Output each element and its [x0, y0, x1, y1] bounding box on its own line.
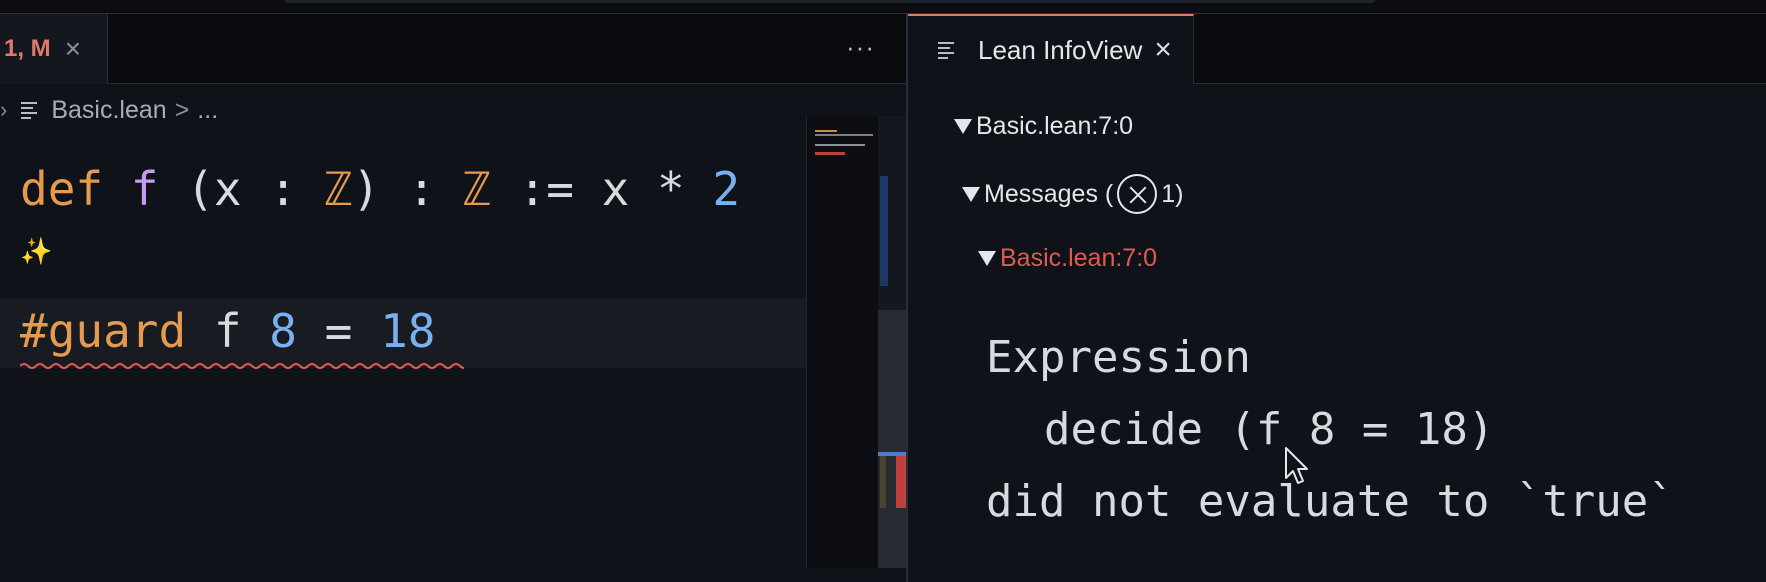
infoview-pane: Lean InfoView × Basic.lean:7:0 Messages … — [908, 14, 1766, 582]
title-strip — [0, 0, 1766, 14]
scrollbar-viewport-marker — [880, 176, 888, 286]
error-circle-icon — [1117, 174, 1158, 214]
command-center[interactable] — [285, 0, 1375, 3]
scrollbar-error-marker — [896, 456, 906, 508]
message-line: Expression — [986, 332, 1251, 383]
guard-token-3: = — [296, 304, 381, 358]
messages-count: 1) — [1161, 179, 1184, 208]
infoview-tab-bar: Lean InfoView × — [908, 14, 1766, 84]
location-label: Basic.lean:7:0 — [976, 112, 1134, 140]
triangle-down-icon — [978, 251, 996, 266]
editor-pane: 1, M × ··· › Basic.lean > ... def f (x :… — [0, 14, 906, 582]
breadcrumb-file[interactable]: Basic.lean — [51, 96, 166, 125]
def-token-6: ℤ — [463, 162, 491, 216]
error-location-label: Basic.lean:7:0 — [1000, 244, 1158, 272]
sparkle-icon[interactable]: ✨ — [20, 236, 52, 267]
close-icon[interactable]: × — [1154, 35, 1172, 65]
more-actions-button[interactable]: ··· — [846, 32, 875, 63]
def-token-1 — [103, 162, 131, 216]
chevron-right-icon: › — [0, 97, 8, 122]
messages-toggle[interactable]: Messages ( 1) — [962, 174, 1183, 214]
guard-token-4: 18 — [380, 304, 436, 358]
messages-label: Messages ( — [984, 179, 1114, 208]
triangle-down-icon — [954, 119, 972, 134]
tab-lean-infoview[interactable]: Lean InfoView × — [908, 14, 1194, 84]
error-squiggle — [20, 363, 464, 369]
infoview-lines-icon — [938, 41, 956, 59]
error-location-toggle[interactable]: Basic.lean:7:0 — [978, 244, 1157, 273]
def-token-3: (x : — [158, 162, 325, 216]
tab-problem-count: 1, M — [4, 35, 51, 62]
message-line: did not evaluate to `true` — [986, 476, 1675, 527]
message-line: decide (f 8 = 18) — [1044, 404, 1495, 455]
guard-token-0: #guard — [20, 304, 187, 358]
def-token-8: 2 — [712, 162, 741, 216]
def-token-4: ℤ — [324, 162, 353, 216]
breadcrumb-symbol[interactable]: ... — [197, 96, 218, 125]
triangle-down-icon — [962, 186, 980, 202]
editor-tab-bar: 1, M × ··· — [0, 14, 906, 84]
breadcrumb-separator: > — [174, 95, 190, 124]
def-token-2: f — [130, 162, 159, 216]
editor-tab-basic-lean[interactable]: 1, M × — [0, 14, 108, 84]
guard-token-1: f — [186, 304, 270, 358]
def-token-5: ) : — [352, 162, 464, 216]
code-line-def[interactable]: def f (x : ℤ) : ℤ := x * 2 — [20, 162, 740, 216]
mouse-pointer-icon — [1285, 447, 1308, 484]
file-outline-icon — [21, 101, 39, 119]
code-line-guard[interactable]: #guard f 8 = 18 — [20, 304, 435, 358]
breadcrumb: › Basic.lean > ... — [0, 90, 218, 130]
scrollbar-thumb[interactable] — [878, 310, 906, 568]
close-icon[interactable]: × — [65, 35, 81, 63]
def-token-7: := x * — [490, 162, 713, 216]
minimap[interactable] — [806, 116, 878, 568]
infoview-tab-label: Lean InfoView — [978, 34, 1143, 65]
def-token-0: def — [20, 162, 104, 216]
scrollbar-warning-marker — [880, 456, 886, 508]
guard-token-2: 8 — [269, 304, 297, 358]
location-toggle[interactable]: Basic.lean:7:0 — [954, 112, 1133, 141]
